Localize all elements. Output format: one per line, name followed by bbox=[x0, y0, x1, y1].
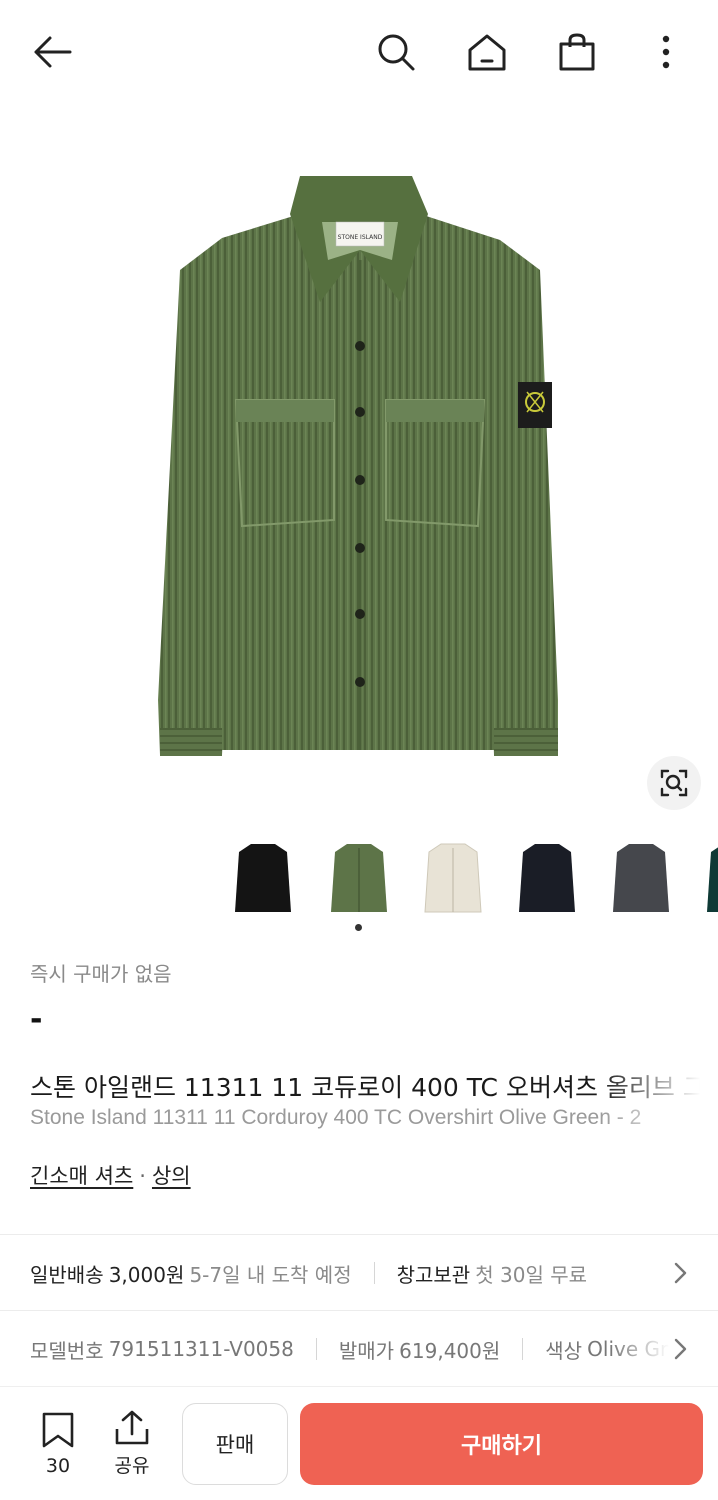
row-fade-overlay bbox=[610, 1311, 718, 1387]
bottom-action-bar: 30 공유 판매 구매하기 bbox=[0, 1386, 718, 1500]
product-title-english: Stone Island 11311 11 Corduroy 400 TC Ov… bbox=[30, 1106, 642, 1129]
row-separator bbox=[315, 1338, 317, 1360]
instant-price-value: - bbox=[30, 1002, 43, 1037]
back-arrow-icon[interactable] bbox=[24, 28, 80, 76]
category-link-long-sleeve-shirts[interactable]: 긴소매 셔츠 bbox=[30, 1164, 133, 1188]
product-main-image[interactable]: STONE ISLAND bbox=[0, 104, 718, 828]
shipping-fee: 3,000원 bbox=[108, 1262, 185, 1287]
chevron-right-icon bbox=[670, 1261, 690, 1285]
buy-button[interactable]: 구매하기 bbox=[300, 1403, 703, 1485]
category-link-tops[interactable]: 상의 bbox=[152, 1164, 191, 1188]
row-separator bbox=[522, 1338, 524, 1360]
model-number-label: 모델번호 bbox=[30, 1338, 104, 1363]
share-icon bbox=[115, 1410, 149, 1445]
bookmark-count: 30 bbox=[45, 1455, 71, 1477]
bookmark-icon bbox=[42, 1412, 74, 1448]
top-navigation-bar bbox=[0, 0, 718, 104]
shopping-bag-icon[interactable] bbox=[550, 28, 604, 76]
image-search-lens-icon[interactable] bbox=[647, 756, 701, 810]
sell-button[interactable]: 판매 bbox=[182, 1403, 288, 1485]
thumbnail-strip[interactable] bbox=[220, 828, 718, 928]
instant-price-label: 즉시 구매가 없음 bbox=[30, 962, 172, 986]
color-label: 색상 bbox=[545, 1338, 583, 1363]
thumbnail-navy[interactable] bbox=[504, 834, 590, 922]
search-icon[interactable] bbox=[370, 28, 422, 76]
product-specs-row[interactable]: 모델번호 791511311-V0058 발매가 619,400원 색상 Oli… bbox=[0, 1311, 718, 1387]
share-label: 공유 bbox=[114, 1455, 150, 1477]
chevron-right-icon bbox=[670, 1337, 690, 1361]
storage-label: 창고보관 bbox=[396, 1262, 471, 1287]
product-title-korean: 스톤 아일랜드 11311 11 코듀로이 400 TC 오버셔츠 올리브 그린 bbox=[30, 1073, 718, 1102]
category-breadcrumb: 긴소매 셔츠 · 상의 bbox=[30, 1160, 191, 1190]
thumbnail-cream[interactable] bbox=[410, 834, 496, 922]
category-separator: · bbox=[139, 1164, 146, 1188]
carousel-indicator-dot bbox=[355, 924, 362, 931]
storage-promo: 첫 30일 무료 bbox=[475, 1262, 588, 1287]
thumbnail-black[interactable] bbox=[220, 834, 306, 922]
shipping-type-label: 일반배송 bbox=[30, 1262, 104, 1287]
release-price-value: 619,400원 bbox=[399, 1338, 501, 1363]
home-icon[interactable] bbox=[460, 28, 514, 76]
release-price-label: 발매가 bbox=[338, 1338, 395, 1363]
thumbnail-grey[interactable] bbox=[598, 834, 684, 922]
brand-label-text: STONE ISLAND bbox=[338, 234, 383, 241]
thumbnail-teal[interactable] bbox=[692, 834, 718, 922]
share-button[interactable]: 공유 bbox=[106, 1409, 158, 1481]
row-separator bbox=[373, 1262, 375, 1284]
thumbnail-olive[interactable] bbox=[316, 834, 402, 922]
more-vertical-icon[interactable] bbox=[648, 28, 684, 76]
model-number-value: 791511311-V0058 bbox=[108, 1337, 294, 1361]
bookmark-button[interactable]: 30 bbox=[30, 1411, 86, 1481]
shipping-info-row[interactable]: 일반배송 3,000원 5-7일 내 도착 예정 창고보관 첫 30일 무료 bbox=[0, 1235, 718, 1311]
shipping-eta: 5-7일 내 도착 예정 bbox=[189, 1262, 352, 1287]
